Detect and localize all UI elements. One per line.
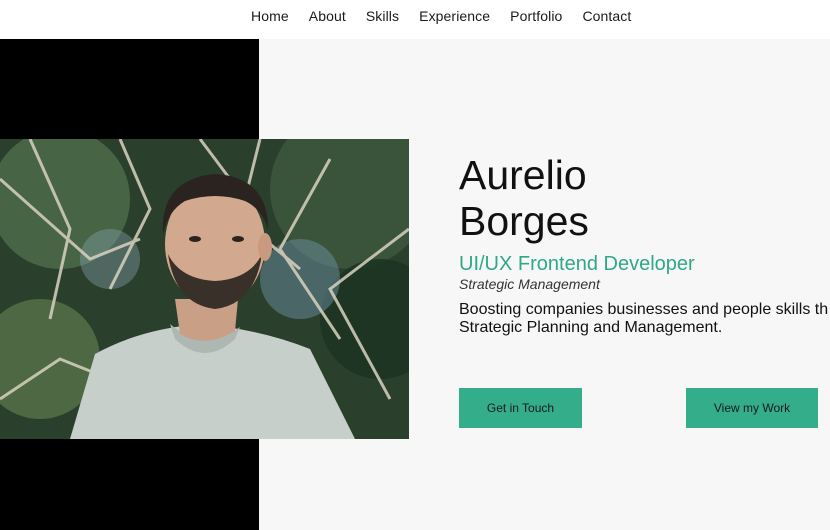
- top-navigation: Home About Skills Experience Portfolio C…: [0, 0, 830, 39]
- tagline-line-1: Boosting companies businesses and people…: [459, 301, 829, 318]
- person-name: Aurelio Borges: [459, 152, 589, 244]
- role-subtitle: Strategic Management: [459, 276, 600, 292]
- tagline: Boosting companies businesses and people…: [459, 301, 830, 337]
- last-name: Borges: [459, 198, 589, 244]
- nav-experience[interactable]: Experience: [419, 8, 490, 24]
- nav-portfolio[interactable]: Portfolio: [510, 8, 562, 24]
- nav-about[interactable]: About: [309, 8, 346, 24]
- view-my-work-button[interactable]: View my Work: [686, 388, 818, 428]
- get-in-touch-button[interactable]: Get in Touch: [459, 388, 582, 428]
- nav-home[interactable]: Home: [251, 8, 289, 24]
- nav-links: Home About Skills Experience Portfolio C…: [251, 8, 631, 24]
- job-role: UI/UX Frontend Developer: [459, 253, 695, 275]
- portfolio-page: Home About Skills Experience Portfolio C…: [0, 0, 830, 530]
- profile-photo: [0, 139, 409, 439]
- first-name: Aurelio: [459, 152, 587, 198]
- nav-contact[interactable]: Contact: [582, 8, 631, 24]
- tagline-line-2: Strategic Planning and Management.: [459, 319, 723, 336]
- nav-skills[interactable]: Skills: [366, 8, 399, 24]
